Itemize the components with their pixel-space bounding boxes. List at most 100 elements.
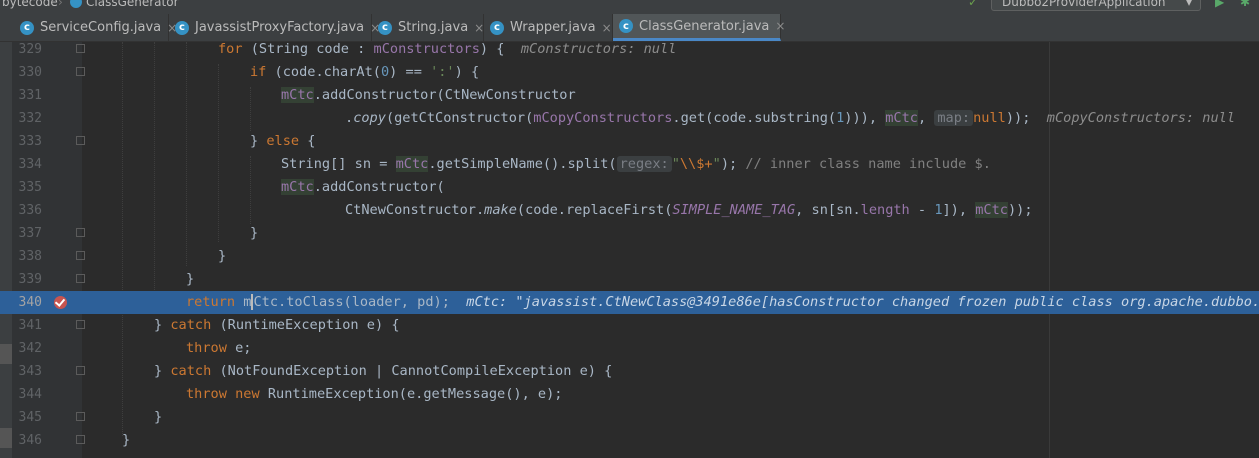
- code-text: );: [720, 156, 738, 172]
- fold-marker-icon[interactable]: [76, 44, 85, 53]
- keyword: throw: [186, 386, 227, 402]
- line-number: 330: [18, 65, 42, 80]
- fold-marker-icon[interactable]: [76, 136, 85, 145]
- code-line[interactable]: 334 String[] sn = mCtc.getSimpleName().s…: [0, 153, 1259, 176]
- code-line[interactable]: 341 } catch (RuntimeException e) {: [0, 314, 1259, 337]
- code-text: ));: [1008, 202, 1033, 218]
- code-text: }: [154, 363, 171, 379]
- execution-line[interactable]: 340 return m Ctc.toClass(loader, pd); mCt…: [0, 291, 1259, 314]
- fold-marker-icon[interactable]: [76, 274, 85, 283]
- breakpoint-icon[interactable]: [54, 296, 67, 309]
- code-text: {: [299, 133, 316, 149]
- code-text: (RuntimeException e) {: [211, 317, 400, 333]
- tab-javassistproxyfactory[interactable]: c JavassistProxyFactory.java ×: [169, 14, 380, 41]
- code-line[interactable]: 333 } else {: [0, 130, 1259, 153]
- code-text: (getCtConstructor(: [385, 110, 534, 126]
- keyword: catch: [170, 363, 212, 379]
- comment: // inner class name include $.: [745, 156, 991, 172]
- code-line[interactable]: 331 mCtc.addConstructor(CtNewConstructor: [0, 84, 1259, 107]
- parameter-hint: map:: [934, 110, 974, 126]
- line-number: 335: [18, 180, 42, 195]
- code-text: RuntimeException(e.getMessage(), e);: [259, 386, 563, 402]
- line-number: 331: [18, 88, 42, 103]
- code-line[interactable]: 339 }: [0, 268, 1259, 291]
- code-line[interactable]: 344 throw new RuntimeException(e.getMess…: [0, 383, 1259, 406]
- run-configuration-label: Dubbo2ProviderApplication: [1002, 0, 1166, 9]
- code-line[interactable]: 338 }: [0, 245, 1259, 268]
- breadcrumb-segment[interactable]: bytecode: [2, 0, 58, 9]
- keyword: throw: [186, 340, 227, 356]
- close-icon[interactable]: ×: [775, 19, 785, 33]
- line-number: 345: [18, 410, 42, 425]
- code-text: CtNewConstructor.: [345, 202, 485, 218]
- line-number: 344: [18, 387, 42, 402]
- code-line[interactable]: 332 .copy(getCtConstructor(mCopyConstruc…: [0, 107, 1259, 130]
- code-text: .getSimpleName().split(: [428, 156, 617, 172]
- debug-icon[interactable]: ✱: [1240, 0, 1250, 9]
- code-line[interactable]: 337 }: [0, 222, 1259, 245]
- code-line[interactable]: 343 } catch (NotFoundException | CannotC…: [0, 360, 1259, 383]
- build-icon[interactable]: ✓: [968, 0, 978, 9]
- fold-marker-icon[interactable]: [76, 67, 85, 76]
- fold-marker-icon[interactable]: [76, 412, 85, 421]
- code-text: }: [250, 133, 267, 149]
- code-text: ))),: [844, 110, 886, 126]
- code-text: ) {: [454, 64, 480, 80]
- fold-marker-icon[interactable]: [76, 320, 85, 329]
- class-icon: c: [20, 20, 34, 35]
- fold-marker-icon[interactable]: [76, 435, 85, 444]
- run-icon[interactable]: ▶: [1215, 0, 1224, 9]
- close-icon[interactable]: ×: [602, 21, 612, 35]
- method-ref: make: [484, 202, 517, 218]
- code-text: ) ==: [389, 64, 431, 80]
- code-text: }: [154, 317, 171, 333]
- field-ref: mCtc: [885, 110, 918, 126]
- code-text: , sn[sn.: [795, 202, 861, 218]
- tab-label: JavassistProxyFactory.java: [195, 20, 365, 35]
- field-ref: mCopyConstructors: [533, 110, 673, 126]
- line-number: 332: [18, 111, 42, 126]
- run-configuration-select[interactable]: Dubbo2ProviderApplication ▾: [991, 0, 1201, 11]
- code-text: }: [218, 248, 227, 264]
- code-line[interactable]: 346 }: [0, 429, 1259, 452]
- field-ref: mCtc: [281, 87, 314, 103]
- code-line[interactable]: 335 mCtc.addConstructor(: [0, 176, 1259, 199]
- tab-label: Wrapper.java: [510, 20, 596, 35]
- code-line[interactable]: 342 throw e;: [0, 337, 1259, 360]
- tab-classgenerator[interactable]: c ClassGenerator.java ×: [613, 14, 785, 41]
- fold-marker-icon[interactable]: [76, 251, 85, 260]
- keyword: new: [235, 386, 260, 402]
- code-line[interactable]: 336 CtNewConstructor.make(code.replaceFi…: [0, 199, 1259, 222]
- code-text: Ctc.toClass(loader, pd);: [253, 294, 450, 310]
- code-text: (code.charAt(: [266, 64, 381, 80]
- close-icon[interactable]: ×: [474, 21, 484, 35]
- code-text: e;: [226, 340, 252, 356]
- tab-string[interactable]: c String.java ×: [372, 14, 484, 41]
- code-text: }: [186, 271, 195, 287]
- line-number: 339: [18, 272, 42, 287]
- chevron-down-icon: ▾: [1185, 0, 1192, 9]
- tab-serviceconfig[interactable]: c ServiceConfig.java ×: [14, 14, 177, 41]
- code-text: (String code :: [242, 41, 374, 57]
- code-text: m: [235, 294, 252, 310]
- code-line[interactable]: 330 if (code.charAt(0) == ':') {: [0, 61, 1259, 84]
- line-number: 340: [18, 295, 42, 310]
- code-line[interactable]: 345 }: [0, 406, 1259, 429]
- tab-wrapper[interactable]: c Wrapper.java ×: [484, 14, 613, 41]
- string-literal: ": [712, 156, 721, 172]
- fold-marker-icon[interactable]: [76, 228, 85, 237]
- code-text: .get(code.substring(: [672, 110, 837, 126]
- code-text: }: [250, 225, 259, 241]
- line-number: 342: [18, 341, 42, 356]
- inline-debug-value: mCopyConstructors: null: [1046, 110, 1236, 126]
- tab-label: ClassGenerator.java: [639, 18, 770, 34]
- number-literal: 1: [934, 202, 943, 218]
- fold-marker-icon[interactable]: [76, 366, 85, 375]
- tab-label: String.java: [398, 20, 469, 35]
- code-text: (code.replaceFirst(: [516, 202, 673, 218]
- code-line[interactable]: 329 for (String code : mConstructors) { …: [0, 38, 1259, 61]
- breadcrumb-current[interactable]: ClassGenerator: [86, 0, 179, 9]
- line-number: 333: [18, 134, 42, 149]
- code-text: ,: [917, 110, 927, 126]
- field-ref: length: [860, 202, 910, 218]
